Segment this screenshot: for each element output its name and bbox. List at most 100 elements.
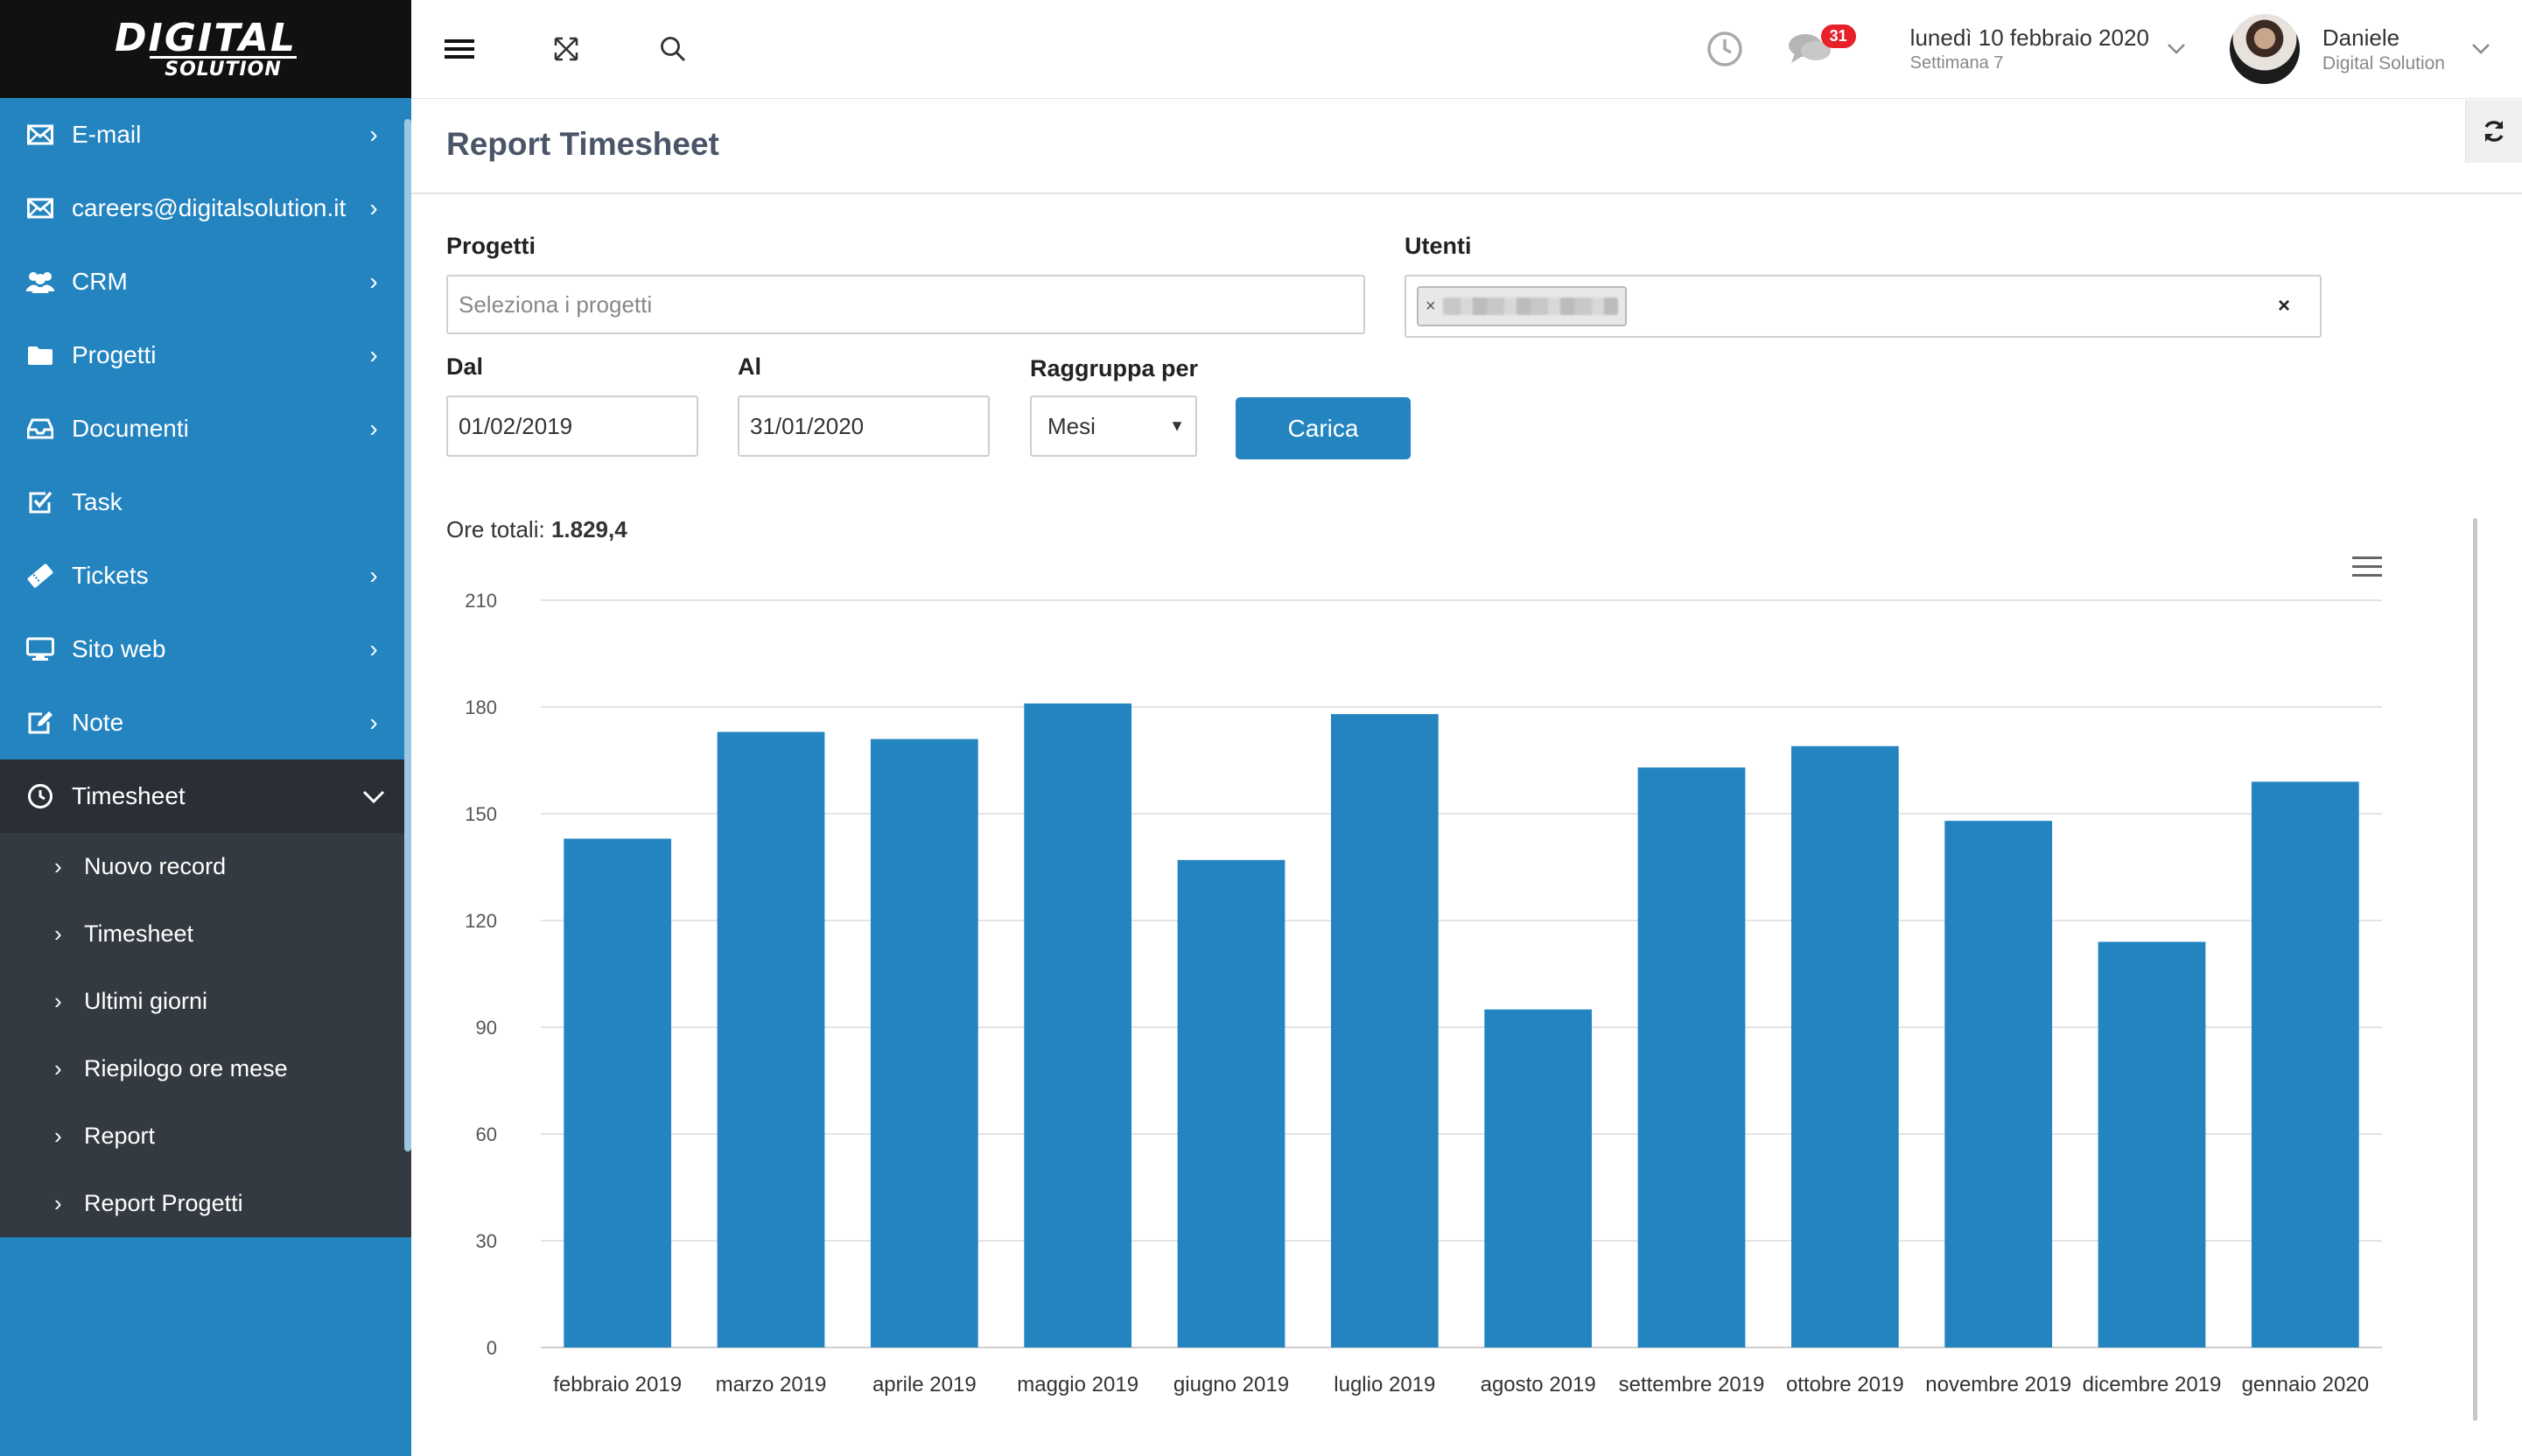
submenu-item-ultimi-giorni[interactable]: › Ultimi giorni bbox=[0, 968, 411, 1035]
user-menu[interactable]: Daniele Digital Solution bbox=[2322, 24, 2445, 74]
submenu-item-label: Report bbox=[84, 1123, 156, 1149]
app-root: DIGITAL SOLUTION E-mail › careers@digita… bbox=[0, 0, 2522, 1456]
page-title: Report Timesheet bbox=[446, 126, 719, 162]
bar bbox=[2251, 781, 2359, 1348]
topbar: 31 lunedì 10 febbraio 2020 Settimana 7 D… bbox=[411, 0, 2522, 99]
sidebar-item-task[interactable]: Task bbox=[0, 466, 411, 539]
search-button[interactable] bbox=[642, 18, 704, 80]
bar bbox=[870, 738, 978, 1348]
blurred-user-name bbox=[1442, 298, 1618, 315]
current-week: Settimana 7 bbox=[1909, 53, 2004, 73]
chevron-right-icon: › bbox=[54, 920, 62, 947]
al-date-input[interactable]: 31/01/2020 bbox=[738, 396, 990, 457]
sidebar-item-careers[interactable]: careers@digitalsolution.it › bbox=[0, 172, 411, 245]
y-tick-label: 120 bbox=[465, 910, 497, 932]
remove-tag-icon[interactable]: × bbox=[1426, 297, 1436, 317]
hamburger-icon bbox=[445, 39, 474, 59]
sidebar-item-email[interactable]: E-mail › bbox=[0, 98, 411, 172]
sidebar-item-progetti[interactable]: Progetti › bbox=[0, 318, 411, 392]
caret-down-icon: ▼ bbox=[1169, 416, 1185, 435]
brand-logo[interactable]: DIGITAL SOLUTION bbox=[114, 15, 298, 80]
y-tick-label: 30 bbox=[476, 1230, 497, 1252]
chart-menu-button[interactable] bbox=[2352, 556, 2382, 579]
users-icon bbox=[25, 266, 56, 298]
raggruppa-select[interactable]: Mesi ▼ bbox=[1030, 396, 1197, 457]
al-label: Al bbox=[738, 354, 761, 380]
x-tick-label: giugno 2019 bbox=[1173, 1373, 1289, 1396]
logo-line1: DIGITAL bbox=[114, 15, 298, 60]
sidebar-item-label: Tickets bbox=[72, 562, 149, 589]
chevron-down-icon bbox=[361, 782, 387, 810]
clock-icon[interactable] bbox=[1697, 21, 1753, 77]
submenu-item-nuovo-record[interactable]: › Nuovo record bbox=[0, 833, 411, 900]
sidebar-item-label: Progetti bbox=[72, 341, 157, 368]
ticket-icon bbox=[25, 560, 56, 592]
x-tick-label: settembre 2019 bbox=[1619, 1373, 1765, 1396]
folder-icon bbox=[25, 340, 56, 371]
chevron-right-icon: › bbox=[369, 121, 378, 148]
clear-selection-icon[interactable]: × bbox=[2278, 294, 2290, 318]
sidebar-item-label: Documenti bbox=[72, 415, 189, 442]
submenu-item-label: Ultimi giorni bbox=[84, 988, 208, 1014]
x-tick-label: gennaio 2020 bbox=[2242, 1373, 2369, 1396]
date-display[interactable]: lunedì 10 febbraio 2020 Settimana 7 bbox=[1910, 24, 2149, 74]
expand-icon bbox=[554, 37, 578, 61]
sidebar-item-label: Timesheet bbox=[72, 782, 186, 809]
fullscreen-button[interactable] bbox=[536, 18, 597, 80]
sidebar-scrollbar[interactable] bbox=[404, 119, 411, 1152]
sidebar-item-documenti[interactable]: Documenti › bbox=[0, 392, 411, 466]
checkbox-icon bbox=[25, 486, 56, 518]
progetti-select[interactable]: Seleziona i progetti bbox=[446, 275, 1365, 334]
chevron-right-icon: › bbox=[369, 194, 378, 221]
inbox-icon bbox=[25, 413, 56, 444]
total-hours-value: 1.829,4 bbox=[550, 516, 627, 542]
y-tick-label: 180 bbox=[465, 696, 497, 718]
content-scrollbar[interactable] bbox=[2473, 518, 2477, 1421]
submenu-item-label: Timesheet bbox=[84, 920, 194, 947]
chevron-down-icon[interactable] bbox=[2167, 37, 2186, 61]
x-tick-label: novembre 2019 bbox=[1925, 1373, 2071, 1396]
sidebar-item-tickets[interactable]: Tickets › bbox=[0, 539, 411, 612]
submenu-item-report-progetti[interactable]: › Report Progetti bbox=[0, 1170, 411, 1237]
bar bbox=[2098, 942, 2206, 1348]
chevron-right-icon: › bbox=[54, 1123, 62, 1149]
x-tick-label: febbraio 2019 bbox=[553, 1373, 682, 1396]
bar bbox=[1944, 821, 2053, 1348]
submenu-item-timesheet[interactable]: › Timesheet bbox=[0, 900, 411, 968]
sidebar-item-sito-web[interactable]: Sito web › bbox=[0, 612, 411, 686]
current-date: lunedì 10 febbraio 2020 bbox=[1909, 24, 2149, 51]
chevron-right-icon: › bbox=[54, 1055, 62, 1082]
raggruppa-label: Raggruppa per bbox=[1030, 355, 1199, 382]
carica-button[interactable]: Carica bbox=[1236, 397, 1411, 459]
envelope-icon bbox=[25, 119, 56, 150]
refresh-icon bbox=[2484, 121, 2504, 142]
chevron-right-icon: › bbox=[369, 415, 378, 442]
chevron-right-icon: › bbox=[369, 635, 378, 662]
sidebar-item-label: Sito web bbox=[72, 635, 166, 662]
sidebar-item-label: Note bbox=[72, 709, 124, 736]
dal-value: 01/02/2019 bbox=[459, 412, 573, 439]
menu-toggle-button[interactable] bbox=[429, 18, 490, 80]
logo-bar: DIGITAL SOLUTION bbox=[0, 0, 411, 98]
x-tick-label: dicembre 2019 bbox=[2083, 1373, 2222, 1396]
utenti-label: Utenti bbox=[1405, 233, 1472, 259]
submenu-item-report[interactable]: › Report bbox=[0, 1102, 411, 1170]
sidebar-item-crm[interactable]: CRM › bbox=[0, 245, 411, 318]
sidebar-item-note[interactable]: Note › bbox=[0, 686, 411, 760]
dal-date-input[interactable]: 01/02/2019 bbox=[446, 396, 698, 457]
utenti-select[interactable]: × × bbox=[1405, 275, 2322, 338]
chevron-right-icon: › bbox=[369, 562, 378, 589]
chevron-right-icon: › bbox=[369, 341, 378, 368]
notification-badge: 31 bbox=[1820, 24, 1856, 48]
notifications-button[interactable]: 31 bbox=[1788, 23, 1856, 75]
submenu-item-riepilogo[interactable]: › Riepilogo ore mese bbox=[0, 1035, 411, 1102]
envelope-icon bbox=[25, 192, 56, 224]
chevron-down-icon[interactable] bbox=[2471, 37, 2490, 61]
sidebar-item-timesheet[interactable]: Timesheet bbox=[0, 760, 411, 833]
selected-user-tag: × bbox=[1417, 286, 1627, 326]
submenu-item-label: Nuovo record bbox=[84, 853, 227, 879]
avatar[interactable] bbox=[2229, 14, 2300, 84]
refresh-button[interactable] bbox=[2465, 100, 2522, 163]
x-tick-label: ottobre 2019 bbox=[1786, 1373, 1904, 1396]
monitor-icon bbox=[25, 634, 56, 665]
